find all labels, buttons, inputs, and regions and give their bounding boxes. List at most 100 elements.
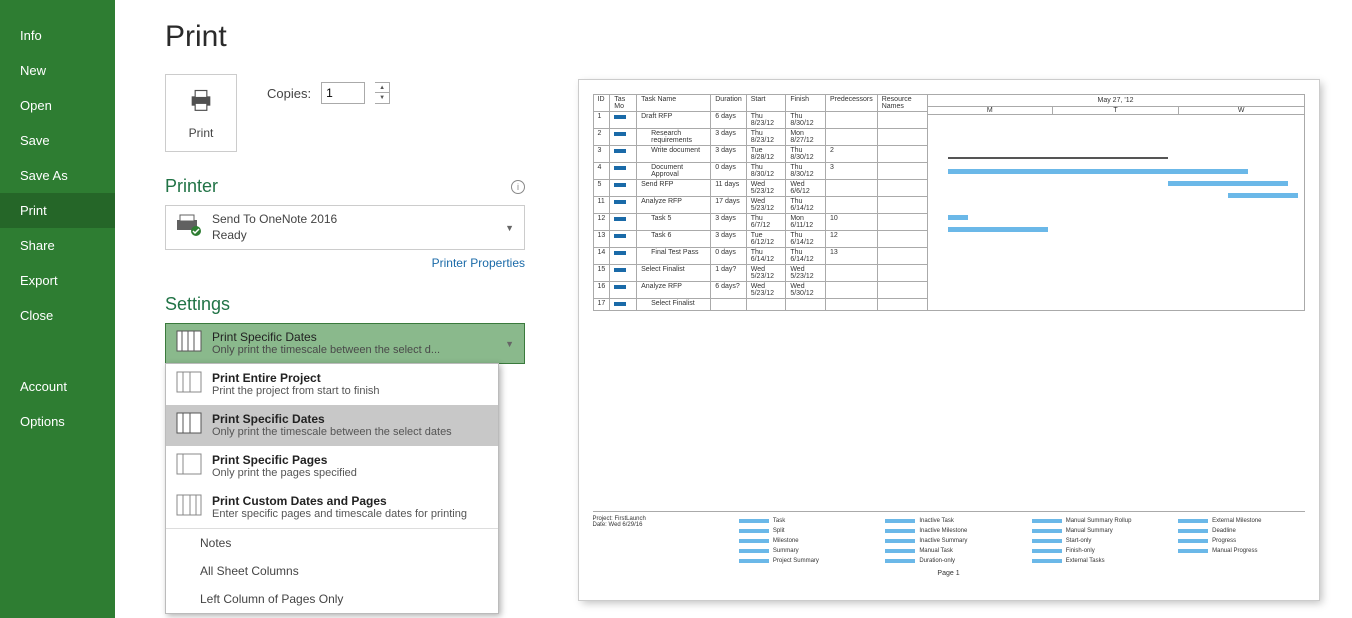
legend-item: Deadline <box>1178 526 1304 536</box>
preview-col-header: Finish <box>786 95 826 112</box>
copies-spinner[interactable]: ▲ ▼ <box>375 82 390 104</box>
preview-legend: Project: FirstLaunch Date: Wed 6/29/16 T… <box>593 511 1305 566</box>
table-row: 5Send RFP11 daysWed 5/23/12Wed 6/6/12 <box>593 180 927 197</box>
legend-item: Start-only <box>1032 536 1158 546</box>
legend-item: External Tasks <box>1032 556 1158 566</box>
print-what-select[interactable]: Print Specific Dates Only print the time… <box>165 323 525 364</box>
sidebar-item-options[interactable]: Options <box>0 404 115 439</box>
preview-gantt-area: May 27, '12 M T W <box>928 94 1305 311</box>
legend-item: Manual Summary Rollup <box>1032 516 1158 526</box>
legend-item: Finish-only <box>1032 546 1158 556</box>
dd-item-custom-dates-pages[interactable]: Print Custom Dates and PagesEnter specif… <box>166 487 498 528</box>
chevron-down-icon: ▼ <box>505 223 514 233</box>
preview-col-header: Predecessors <box>825 95 877 112</box>
table-row: 13Task 63 daysTue 6/12/12Thu 6/14/1212 <box>593 231 927 248</box>
preview-col-header: ID <box>593 95 610 112</box>
table-row: 4Document Approval0 daysThu 8/30/12Thu 8… <box>593 163 927 180</box>
printer-name: Send To OneNote 2016 <box>212 212 337 228</box>
table-row: 11Analyze RFP17 daysWed 5/23/12Thu 6/14/… <box>593 197 927 214</box>
dd-item-sub: Only print the pages specified <box>212 467 357 479</box>
spinner-up-icon[interactable]: ▲ <box>375 83 389 93</box>
preview-col-header: Resource Names <box>877 95 927 112</box>
table-row: 2Research requirements3 daysThu 8/23/12M… <box>593 129 927 146</box>
sidebar-item-account[interactable]: Account <box>0 369 115 404</box>
dd-item-sub: Enter specific pages and timescale dates… <box>212 508 467 520</box>
printer-select[interactable]: Send To OneNote 2016 Ready ▼ <box>165 205 525 250</box>
dd-item-entire-project[interactable]: Print Entire ProjectPrint the project fr… <box>166 364 498 405</box>
dd-item-all-sheet-columns[interactable]: All Sheet Columns <box>166 557 498 585</box>
settings-section-title: Settings <box>165 294 230 315</box>
info-icon[interactable]: i <box>511 180 525 194</box>
preview-col-header: Tas Mo <box>610 95 637 112</box>
preview-task-table: IDTas MoTask NameDurationStartFinishPred… <box>593 94 928 311</box>
legend-item: Summary <box>739 546 865 556</box>
sidebar-item-save[interactable]: Save <box>0 123 115 158</box>
dd-item-sub: Only print the timescale between the sel… <box>212 426 452 438</box>
sidebar-item-export[interactable]: Export <box>0 263 115 298</box>
sidebar-item-close[interactable]: Close <box>0 298 115 333</box>
dd-item-left-column-only[interactable]: Left Column of Pages Only <box>166 585 498 613</box>
table-row: 15Select Finalist1 day?Wed 5/23/12Wed 5/… <box>593 265 927 282</box>
sidebar-item-open[interactable]: Open <box>0 88 115 123</box>
dd-item-specific-pages[interactable]: Print Specific PagesOnly print the pages… <box>166 446 498 487</box>
print-settings-panel: Print Print Copies: ▲ ▼ Printer i <box>115 0 545 618</box>
dd-item-title: Print Entire Project <box>212 371 380 385</box>
legend-item: Progress <box>1178 536 1304 546</box>
legend-item: Inactive Milestone <box>885 526 1011 536</box>
sidebar-item-share[interactable]: Share <box>0 228 115 263</box>
legend-item: Manual Summary <box>1032 526 1158 536</box>
print-what-dropdown: Print Entire ProjectPrint the project fr… <box>165 363 499 614</box>
sidebar-item-print[interactable]: Print <box>0 193 115 228</box>
legend-item: Project Summary <box>739 556 865 566</box>
dd-item-notes[interactable]: Notes <box>166 529 498 557</box>
legend-item: Inactive Summary <box>885 536 1011 546</box>
dd-item-specific-dates[interactable]: Print Specific DatesOnly print the times… <box>166 405 498 446</box>
dd-item-title: Print Specific Dates <box>212 412 452 426</box>
sidebar-item-saveas[interactable]: Save As <box>0 158 115 193</box>
main-area: Print Print Copies: ▲ ▼ Printer i <box>115 0 1352 618</box>
backstage-sidebar: Info New Open Save Save As Print Share E… <box>0 0 115 618</box>
print-preview-panel: IDTas MoTask NameDurationStartFinishPred… <box>545 0 1352 618</box>
copies-input[interactable] <box>321 82 365 104</box>
table-row: 12Task 53 daysThu 6/7/12Mon 6/11/1210 <box>593 214 927 231</box>
preview-col-header: Start <box>746 95 786 112</box>
printer-section-title: Printer <box>165 176 218 197</box>
printer-status-icon <box>176 214 202 241</box>
preview-footer-date: Date: Wed 6/29/16 <box>593 522 719 528</box>
legend-item: Milestone <box>739 536 865 546</box>
legend-item: Split <box>739 526 865 536</box>
table-row: 1Draft RFP6 daysThu 8/23/12Thu 8/30/12 <box>593 112 927 129</box>
selected-setting-sub: Only print the timescale between the sel… <box>212 344 440 356</box>
print-button[interactable]: Print <box>165 74 237 152</box>
legend-item: External Milestone <box>1178 516 1304 526</box>
table-row: 3Write document3 daysTue 8/28/12Thu 8/30… <box>593 146 927 163</box>
date-range-icon <box>176 330 202 357</box>
dd-item-title: Print Custom Dates and Pages <box>212 494 467 508</box>
pages-icon <box>176 453 202 480</box>
table-row: 16Analyze RFP6 days?Wed 5/23/12Wed 5/30/… <box>593 282 927 299</box>
spinner-down-icon[interactable]: ▼ <box>375 93 389 103</box>
legend-item: Manual Task <box>885 546 1011 556</box>
selected-setting-title: Print Specific Dates <box>212 330 440 344</box>
printer-properties-link[interactable]: Printer Properties <box>165 256 525 270</box>
copies-label: Copies: <box>267 86 311 101</box>
preview-page: IDTas MoTask NameDurationStartFinishPred… <box>579 80 1319 600</box>
page-title: Print <box>165 20 525 54</box>
project-icon <box>176 371 202 398</box>
sidebar-item-info[interactable]: Info <box>0 18 115 53</box>
print-button-label: Print <box>189 126 214 140</box>
dd-item-sub: Print the project from start to finish <box>212 385 380 397</box>
table-row: 17Select Finalist <box>593 299 927 311</box>
printer-icon <box>187 87 215 120</box>
preview-col-header: Duration <box>711 95 746 112</box>
legend-item: Inactive Task <box>885 516 1011 526</box>
legend-item: Task <box>739 516 865 526</box>
chevron-down-icon: ▼ <box>505 339 514 349</box>
legend-item: Manual Progress <box>1178 546 1304 556</box>
dd-item-title: Print Specific Pages <box>212 453 357 467</box>
preview-page-number: Page 1 <box>593 570 1305 577</box>
custom-range-icon <box>176 494 202 521</box>
legend-item: Duration-only <box>885 556 1011 566</box>
preview-col-header: Task Name <box>637 95 711 112</box>
sidebar-item-new[interactable]: New <box>0 53 115 88</box>
